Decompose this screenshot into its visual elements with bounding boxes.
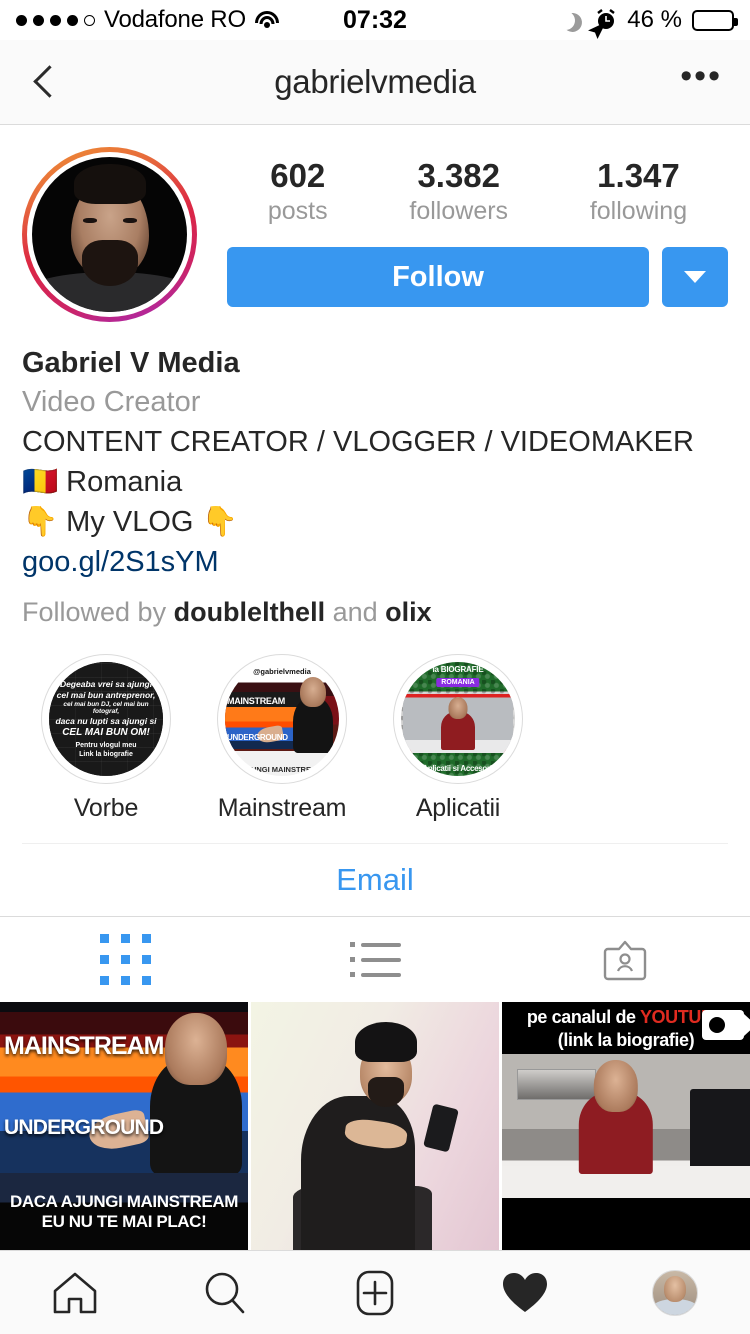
- search-icon: [205, 1272, 245, 1313]
- followed-by-prefix: Followed by: [22, 597, 174, 628]
- post-1-overlay-title: MAINSTREAM: [4, 1031, 164, 1060]
- followed-by-conjunction: and: [325, 597, 386, 628]
- highlight-label: Mainstream: [217, 794, 347, 823]
- tagged-photos-icon: [603, 940, 647, 980]
- heart-filled-icon: [503, 1272, 547, 1312]
- avatar-inner-border: [27, 152, 192, 317]
- stat-following[interactable]: 1.347 following: [590, 157, 687, 227]
- status-bar: Vodafone RO 07:32 46 %: [0, 0, 750, 40]
- post-3-image: pe canalul de YOUTUBE (link la biografie…: [502, 1002, 750, 1251]
- highlight-label: Vorbe: [73, 794, 139, 823]
- battery-icon: [692, 9, 738, 31]
- highlight-cover-image: @gabrielvmedia MAINSTREAM UNDERGROUND AJ…: [225, 662, 339, 777]
- following-count: 1.347: [597, 157, 680, 194]
- profile-header: 602 posts 3.382 followers 1.347 followin…: [0, 125, 750, 322]
- profile-stats-and-actions: 602 posts 3.382 followers 1.347 followin…: [197, 147, 728, 322]
- highlight-cover-line-3: cel mai bun DJ, cel mai bun fotograf,: [63, 700, 149, 715]
- highlight-label: Aplicatii: [415, 794, 501, 823]
- home-tab[interactable]: [0, 1265, 150, 1321]
- add-post-tab[interactable]: [300, 1265, 450, 1321]
- highlight-cover-line-4: daca nu lupti sa ajungi si: [55, 715, 157, 726]
- bio-line-3: 👇 My VLOG 👇: [22, 506, 238, 539]
- mutual-follower-2[interactable]: olix: [385, 597, 432, 627]
- profile-tabs: [0, 916, 750, 1002]
- highlight-cover-image: Degeaba vrei sa ajungi cel mai bun antre…: [49, 662, 163, 777]
- status-bar-right: 46 %: [554, 6, 738, 39]
- followers-label: followers: [409, 196, 509, 225]
- highlight-cover-image: la BIOGRAFIE ROMANIA Aplicatii si Acceso…: [401, 662, 515, 777]
- more-options-button[interactable]: •••: [680, 59, 722, 94]
- home-icon: [53, 1272, 97, 1313]
- plus-square-icon: [356, 1270, 394, 1315]
- instagram-profile-screen: Vodafone RO 07:32 46 % gabrielvmedia •••…: [0, 0, 750, 1334]
- highlight-cover-bottom: Aplicatii si Accesorii: [422, 764, 494, 774]
- profile-tab[interactable]: [600, 1269, 750, 1316]
- navigation-bar: gabrielvmedia •••: [0, 40, 750, 125]
- page-title: gabrielvmedia: [274, 63, 476, 100]
- following-label: following: [589, 196, 688, 225]
- follow-button[interactable]: Follow: [227, 247, 649, 308]
- profile-website-link[interactable]: goo.gl/2S1sYM: [22, 542, 728, 582]
- highlight-cover-ring: Degeaba vrei sa ajungi cel mai bun antre…: [41, 654, 171, 785]
- bottom-navigation-bar: [0, 1250, 750, 1334]
- followed-by-text: Followed by doublelthell and olix: [22, 594, 728, 632]
- grid-icon: [99, 934, 151, 986]
- posts-grid: MAINSTREAM UNDERGROUND DACA AJUNGI MAINS…: [0, 1002, 750, 1251]
- stat-posts[interactable]: 602 posts: [268, 157, 328, 227]
- battery-percent-label: 46 %: [627, 6, 682, 33]
- post-1-image: MAINSTREAM UNDERGROUND DACA AJUNGI MAINS…: [0, 1002, 248, 1251]
- avatar: [32, 157, 187, 312]
- tab-list[interactable]: [250, 942, 500, 978]
- highlight-cover-line-2: cel mai bun antreprenor,: [56, 689, 156, 700]
- posts-count: 602: [270, 157, 326, 194]
- list-icon: [349, 942, 401, 978]
- profile-bio: Gabriel V Media Video Creator CONTENT CR…: [0, 322, 750, 632]
- search-tab[interactable]: [150, 1265, 300, 1321]
- post-thumbnail[interactable]: [251, 1002, 499, 1251]
- followers-count: 3.382: [417, 157, 501, 194]
- more-actions-dropdown-button[interactable]: [662, 247, 728, 308]
- profile-avatar-icon: [652, 1269, 698, 1316]
- bio-line-2: 🇷🇴 Romania: [22, 466, 183, 499]
- email-button[interactable]: Email: [336, 862, 414, 898]
- action-buttons-row: Follow: [227, 247, 728, 308]
- tab-grid[interactable]: [0, 934, 250, 986]
- stats-row: 602 posts 3.382 followers 1.347 followin…: [227, 147, 728, 227]
- post-1-caption-line-1: DACA AJUNGI MAINSTREAM: [10, 1191, 238, 1211]
- mutual-follower-1[interactable]: doublelthell: [174, 597, 326, 627]
- highlight-aplicatii[interactable]: la BIOGRAFIE ROMANIA Aplicatii si Acceso…: [388, 654, 528, 823]
- highlight-cover-top: la BIOGRAFIE: [432, 665, 484, 675]
- highlight-cover-line-6: Pentru vlogul meu Link la biografie: [75, 741, 137, 758]
- profile-category: Video Creator: [22, 386, 201, 419]
- posts-label: posts: [267, 196, 328, 225]
- story-highlights-row: Degeaba vrei sa ajungi cel mai bun antre…: [0, 632, 750, 823]
- highlight-cover-sub: UNDERGROUND: [227, 732, 288, 742]
- chevron-down-icon: [684, 271, 706, 284]
- post-1-caption-line-2: EU NU TE MAI PLAC!: [41, 1211, 207, 1231]
- stat-followers[interactable]: 3.382 followers: [409, 157, 508, 227]
- profile-avatar-story-ring[interactable]: [22, 147, 197, 322]
- profile-display-name: Gabriel V Media: [22, 347, 240, 379]
- bio-line-1: CONTENT CREATOR / VLOGGER / VIDEOMAKER: [22, 426, 694, 459]
- post-thumbnail[interactable]: MAINSTREAM UNDERGROUND DACA AJUNGI MAINS…: [0, 1002, 248, 1251]
- highlight-cover-line-5: CEL MAI BUN OM!: [62, 726, 150, 738]
- activity-tab[interactable]: [450, 1265, 600, 1321]
- highlight-cover-handle: @gabrielvmedia: [253, 667, 311, 677]
- contact-section: Email: [22, 843, 728, 916]
- post-3-header-a: pe canalul de: [526, 1007, 640, 1028]
- highlight-mainstream[interactable]: @gabrielvmedia MAINSTREAM UNDERGROUND AJ…: [212, 654, 352, 823]
- highlight-cover-main: MAINSTREAM: [227, 696, 285, 707]
- highlight-cover-ring: @gabrielvmedia MAINSTREAM UNDERGROUND AJ…: [217, 654, 347, 785]
- highlight-cover-line-1: Degeaba vrei sa ajungi: [59, 678, 153, 689]
- post-1-overlay-sub: UNDERGROUND: [4, 1116, 164, 1140]
- video-camera-icon: [702, 1010, 750, 1041]
- highlight-vorbe[interactable]: Degeaba vrei sa ajungi cel mai bun antre…: [36, 654, 176, 823]
- post-2-image: [251, 1002, 499, 1251]
- highlight-cover-ring: la BIOGRAFIE ROMANIA Aplicatii si Acceso…: [393, 654, 523, 785]
- highlight-cover-bottom: AJUNGI MAINSTREAM: [241, 765, 323, 775]
- post-thumbnail[interactable]: pe canalul de YOUTUBE (link la biografie…: [502, 1002, 750, 1251]
- moon-icon: [554, 8, 578, 32]
- highlight-cover-badge: ROMANIA: [436, 678, 480, 688]
- tab-tagged[interactable]: [500, 937, 750, 983]
